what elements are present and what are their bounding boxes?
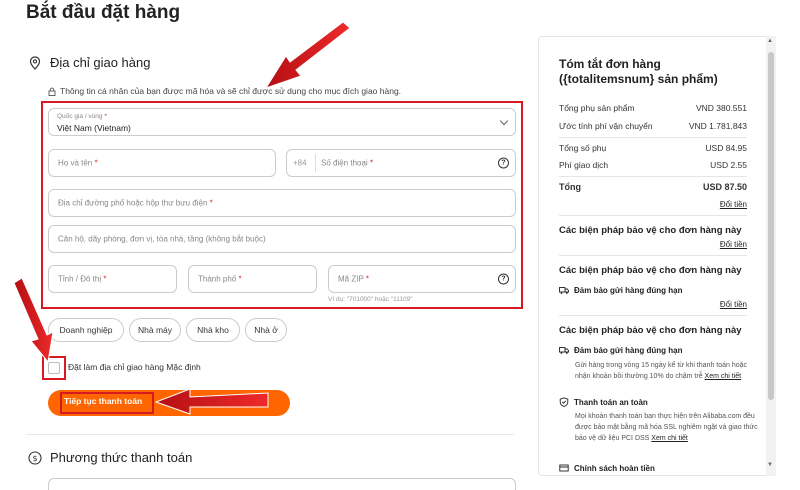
refund-policy-item: Chính sách hoàn tiền <box>559 463 655 473</box>
protection-heading: Các biện pháp bảo vệ cho đơn hàng này <box>559 225 742 236</box>
truck-icon <box>559 347 569 354</box>
summary-row-sum: Tổng số phụ USD 84.95 <box>559 143 747 153</box>
scroll-up-icon[interactable]: ▲ <box>767 38 773 44</box>
see-details-link[interactable]: Xem chi tiết <box>705 373 742 380</box>
section-divider <box>26 434 514 435</box>
summary-scrollbar-thumb[interactable] <box>768 52 774 400</box>
protection-heading: Các biện pháp bảo vệ cho đơn hàng này <box>559 265 742 276</box>
payment-section-heading: $ Phương thức thanh toán <box>28 450 192 465</box>
annotation-arrow-top <box>264 21 351 89</box>
summary-row-subtotal: Tổng phụ sản phẩm VND 380.551 <box>559 103 747 113</box>
privacy-note: Thông tin cá nhân của bạn được mã hóa và… <box>48 86 401 96</box>
payment-heading-label: Phương thức thanh toán <box>50 450 193 465</box>
svg-text:$: $ <box>32 454 37 463</box>
on-time-shipping-item: Đảm bảo gửi hàng đúng hạn <box>559 285 682 295</box>
dollar-circle-icon: $ <box>28 450 42 465</box>
change-currency-link[interactable]: Đổi tiền <box>720 240 747 249</box>
annotation-checkbox-box <box>42 356 66 380</box>
summary-row-fee: Phí giao dịch USD 2.55 <box>559 160 747 170</box>
annotation-button-box <box>60 392 154 414</box>
change-currency-link[interactable]: Đổi tiền <box>720 200 747 209</box>
annotation-highlight-box <box>41 101 523 309</box>
shipping-section-heading: Địa chỉ giao hàng <box>28 55 150 70</box>
on-time-shipping-desc: Gửi hàng trong vòng 15 ngày kể từ khi th… <box>575 362 748 380</box>
protection-heading: Các biện pháp bảo vệ cho đơn hàng này <box>559 325 742 336</box>
address-type-warehouse[interactable]: Nhà kho <box>186 318 240 342</box>
address-type-factory[interactable]: Nhà máy <box>129 318 181 342</box>
refund-icon <box>559 464 569 472</box>
see-details-link[interactable]: Xem chi tiết <box>651 435 688 442</box>
order-summary-title: Tóm tắt đơn hàng ({totalitemsnum} sản ph… <box>559 57 718 86</box>
shield-icon <box>559 397 569 407</box>
lock-icon <box>48 87 56 96</box>
truck-icon <box>559 287 569 294</box>
page-title: Bắt đầu đặt hàng <box>26 2 181 23</box>
location-pin-icon <box>29 55 41 70</box>
scroll-down-icon[interactable]: ▼ <box>767 462 773 468</box>
summary-row-shipping: Ước tính phí vận chuyển VND 1.781.843 <box>559 121 747 131</box>
on-time-shipping-item: Đảm bảo gửi hàng đúng hạn <box>559 345 682 355</box>
shipping-heading-label: Địa chỉ giao hàng <box>50 55 151 70</box>
address-type-business[interactable]: Doanh nghiệp <box>48 318 124 342</box>
summary-row-total: Tổng USD 87.50 <box>559 182 747 192</box>
secure-payment-item: Thanh toán an toàn <box>559 397 648 407</box>
change-currency-link[interactable]: Đổi tiền <box>720 300 747 309</box>
order-summary-panel: Tóm tắt đơn hàng ({totalitemsnum} sản ph… <box>538 36 770 476</box>
secure-payment-desc: Mọi khoản thanh toán bạn thực hiện trên … <box>575 413 758 442</box>
address-type-home[interactable]: Nhà ở <box>245 318 287 342</box>
privacy-note-text: Thông tin cá nhân của bạn được mã hóa và… <box>60 86 402 96</box>
payment-method-box[interactable] <box>48 478 516 490</box>
default-address-label: Đặt làm địa chỉ giao hàng Mặc định <box>68 362 201 372</box>
